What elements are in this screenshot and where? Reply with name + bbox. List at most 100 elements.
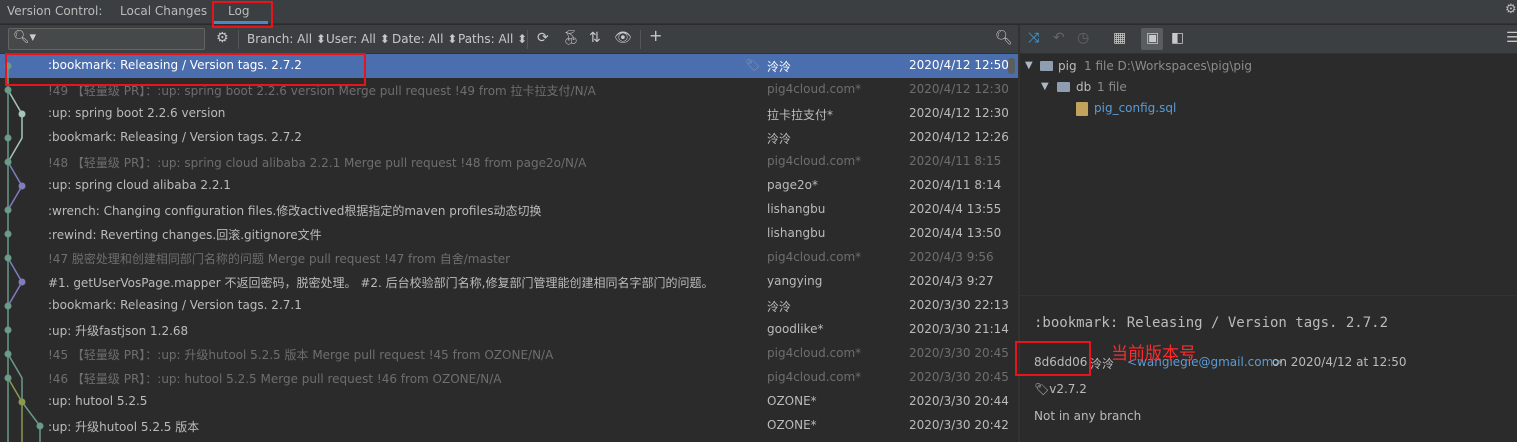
commit-author: yangying	[767, 274, 823, 288]
collapse-triangle-icon[interactable]: ▼	[1025, 60, 1033, 71]
commit-list: :bookmark: Releasing / Version tags. 2.7…	[0, 54, 1018, 442]
tree-root-info: 1 file D:\Workspaces\pig\pig	[1084, 59, 1252, 73]
commit-node	[4, 158, 12, 166]
table-row[interactable]: :up: spring boot 2.2.6 version 拉卡拉支付* 20…	[0, 102, 1018, 126]
commit-node	[18, 278, 26, 286]
commit-list-scrollbar[interactable]	[1007, 54, 1016, 442]
refresh-icon[interactable]: ⟳	[537, 30, 549, 46]
commit-date: 2020/3/30 21:14	[909, 322, 1009, 336]
add-icon[interactable]: +	[649, 28, 662, 44]
commit-author: 泠泠	[767, 60, 792, 74]
commit-date: 2020/3/30 20:45	[909, 346, 1009, 360]
table-row[interactable]: !46 【轻量级 PR】：:up: hutool 5.2.5 Merge pul…	[0, 366, 1018, 390]
commit-node	[4, 230, 12, 238]
tree-file-label: pig_config.sql	[1094, 101, 1177, 115]
table-row[interactable]: !47 脱密处理和创建相同部门名称的问题 Merge pull request …	[0, 246, 1018, 270]
commit-node	[4, 350, 12, 358]
commit-date: 2020/3/30 20:45	[909, 370, 1009, 384]
commit-author: 泠泠	[767, 300, 792, 314]
tree-folder-info: 1 file	[1097, 80, 1127, 94]
commit-author: page2o*	[767, 178, 818, 192]
commit-message: :rewind: Reverting changes.回滚.gitignore文…	[48, 228, 322, 242]
commit-author: pig4cloud.com*	[767, 370, 862, 384]
sort-icon[interactable]: ⇅	[589, 30, 601, 46]
cherry-pick-icon[interactable]: 🍒︎	[562, 30, 580, 46]
commit-node	[18, 110, 26, 118]
commit-node	[4, 302, 12, 310]
commit-date: 2020/4/3 9:27	[909, 274, 994, 288]
show-details-icon[interactable]: ▣	[1146, 30, 1159, 46]
commit-author: 泠泠	[767, 132, 792, 146]
eye-icon[interactable]: 👁︎	[614, 30, 632, 46]
tab-local-changes[interactable]: Local Changes	[120, 4, 207, 18]
menu-icon[interactable]: ☰	[1506, 30, 1517, 46]
table-row[interactable]: :up: hutool 5.2.5 OZONE* 2020/3/30 20:44	[0, 390, 1018, 414]
find-icon[interactable]: 🔍︎	[995, 30, 1013, 46]
table-row[interactable]: #1. getUserVosPage.mapper 不返回密码，脱密处理。 #2…	[0, 270, 1018, 294]
commit-date: 2020/4/12 12:30	[909, 82, 1009, 96]
commit-message: :bookmark: Releasing / Version tags. 2.7…	[48, 298, 302, 312]
search-input[interactable]: 🔍︎▾	[8, 28, 205, 50]
annotation-box-selected-commit	[5, 53, 366, 86]
annotation-box-hash	[1015, 341, 1091, 376]
date-filter[interactable]: Date: All ⬍	[392, 32, 457, 46]
commit-author: pig4cloud.com*	[767, 250, 862, 264]
details-toolbar: ⤨ ↶ ◷ ▦ ▣ ◧ ☰	[1020, 25, 1517, 54]
log-toolbar: 🔍︎▾ ⚙ Branch: All ⬍ User: All ⬍ Date: Al…	[0, 25, 1018, 54]
tree-root-node[interactable]: ▼ pig 1 file D:\Workspaces\pig\pig	[1020, 58, 1517, 78]
commit-author: pig4cloud.com*	[767, 154, 862, 168]
tree-root-label: pig	[1058, 59, 1077, 73]
branch-filter[interactable]: Branch: All ⬍	[247, 32, 326, 46]
tag-label: v2.7.2	[1049, 382, 1087, 396]
sql-file-icon	[1076, 102, 1088, 116]
commit-message: !48 【轻量级 PR】：:up: spring cloud alibaba 2…	[48, 156, 587, 170]
commit-details-title: :bookmark: Releasing / Version tags. 2.7…	[1034, 315, 1389, 331]
commit-date: 2020/4/4 13:50	[909, 226, 1002, 240]
commit-message: :up: spring boot 2.2.6 version	[48, 106, 226, 120]
history-icon[interactable]: ◷	[1077, 30, 1089, 46]
expand-icon[interactable]: ⤨	[1028, 30, 1039, 46]
table-row[interactable]: :bookmark: Releasing / Version tags. 2.7…	[0, 126, 1018, 150]
table-row[interactable]: !45 【轻量级 PR】：:up: 升级hutool 5.2.5 版本 Merg…	[0, 342, 1018, 366]
table-row[interactable]: :up: 升级fastjson 1.2.68 goodlike* 2020/3/…	[0, 318, 1018, 342]
commit-author: lishangbu	[767, 226, 826, 240]
table-row[interactable]: :wrench: Changing configuration files.修改…	[0, 198, 1018, 222]
commit-author: 拉卡拉支付*	[767, 108, 834, 122]
commit-graph	[4, 62, 44, 442]
group-by-icon[interactable]: ▦	[1113, 30, 1126, 46]
tree-folder-node[interactable]: ▼ db 1 file	[1020, 79, 1517, 99]
tree-file-node[interactable]: pig_config.sql	[1020, 100, 1517, 120]
undo-icon[interactable]: ↶	[1053, 30, 1065, 46]
paths-filter[interactable]: Paths: All ⬍	[458, 32, 527, 46]
table-row[interactable]: :up: spring cloud alibaba 2.2.1 page2o* …	[0, 174, 1018, 198]
gear-icon[interactable]: ⚙	[216, 30, 229, 46]
graph-line-branch	[7, 377, 23, 442]
toolbar-separator	[238, 30, 239, 49]
commit-message: !47 脱密处理和创建相同部门名称的问题 Merge pull request …	[48, 252, 511, 266]
commit-date: 2020/4/12 12:26	[909, 130, 1009, 144]
scrollbar-thumb[interactable]	[1008, 58, 1015, 74]
table-row[interactable]: !48 【轻量级 PR】：:up: spring cloud alibaba 2…	[0, 150, 1018, 174]
tree-folder-label: db	[1076, 80, 1092, 94]
changed-files-tree: ▼ pig 1 file D:\Workspaces\pig\pig ▼ db …	[1020, 54, 1517, 294]
commit-author: lishangbu	[767, 202, 826, 216]
annotation-box-log-tab	[212, 1, 273, 28]
commit-node	[4, 254, 12, 262]
commit-node	[4, 206, 12, 214]
collapse-triangle-icon[interactable]: ▼	[1041, 81, 1049, 92]
user-filter[interactable]: User: All ⬍	[326, 32, 390, 46]
diff-preview-icon[interactable]: ◧	[1171, 30, 1184, 46]
settings-gear-icon[interactable]: ⚙	[1505, 2, 1517, 17]
commit-details: :bookmark: Releasing / Version tags. 2.7…	[1020, 295, 1517, 442]
commit-date: 2020/4/3 9:56	[909, 250, 994, 264]
commit-message: :up: 升级hutool 5.2.5 版本	[48, 420, 200, 434]
table-row[interactable]: :bookmark: Releasing / Version tags. 2.7…	[0, 294, 1018, 318]
tag-icon: 🏷︎	[745, 58, 761, 72]
commit-date: 2020/3/30 20:42	[909, 418, 1009, 432]
commit-message: :up: 升级fastjson 1.2.68	[48, 324, 189, 338]
table-row[interactable]: :rewind: Reverting changes.回滚.gitignore文…	[0, 222, 1018, 246]
commit-details-branch: Not in any branch	[1034, 409, 1142, 423]
commit-author: pig4cloud.com*	[767, 82, 862, 96]
table-row[interactable]: :up: 升级hutool 5.2.5 版本 OZONE* 2020/3/30 …	[0, 414, 1018, 438]
commit-message: !45 【轻量级 PR】：:up: 升级hutool 5.2.5 版本 Merg…	[48, 348, 554, 362]
